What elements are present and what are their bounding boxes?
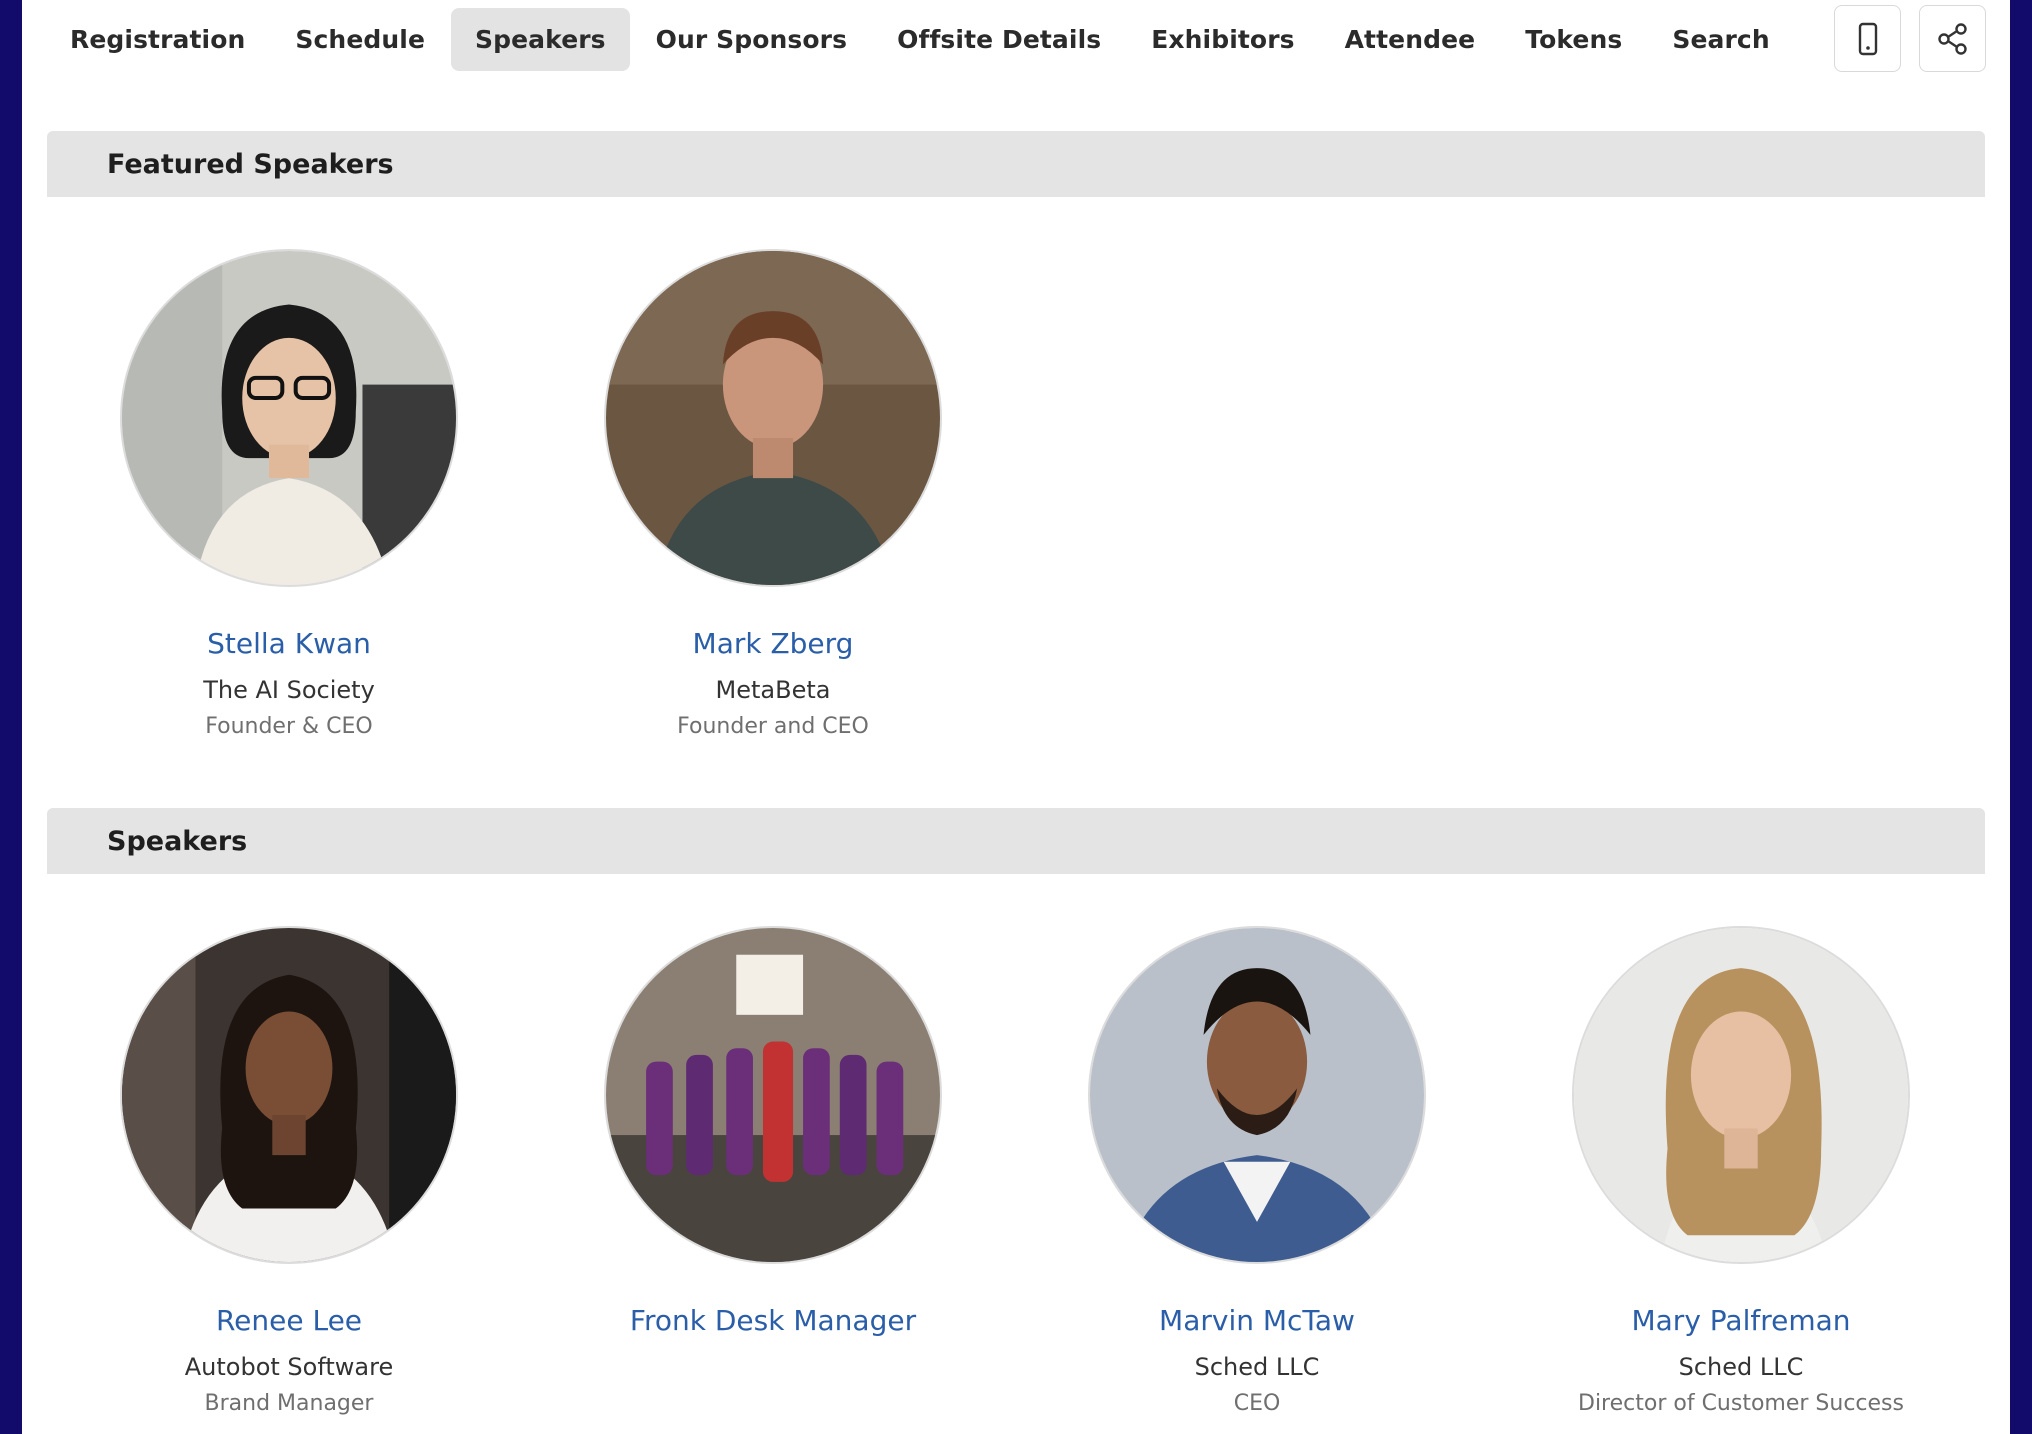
speaker-card: Stella Kwan The AI Society Founder & CEO — [47, 249, 531, 739]
tab-speakers[interactable]: Speakers — [451, 8, 630, 71]
share-icon — [1937, 22, 1967, 55]
nav-tabs: Registration Schedule Speakers Our Spons… — [46, 8, 1794, 71]
speaker-company: Autobot Software — [184, 1353, 394, 1381]
speaker-card: Marvin McTaw Sched LLC CEO — [1015, 926, 1499, 1416]
speaker-photo[interactable] — [604, 926, 942, 1264]
section-title: Speakers — [107, 825, 248, 857]
tab-schedule[interactable]: Schedule — [271, 8, 449, 71]
speaker-role: Founder & CEO — [205, 714, 373, 739]
speaker-company: Sched LLC — [1194, 1353, 1320, 1381]
tab-offsite-details[interactable]: Offsite Details — [873, 8, 1125, 71]
speaker-name[interactable]: Renee Lee — [216, 1304, 362, 1337]
speaker-name[interactable]: Fronk Desk Manager — [630, 1304, 916, 1337]
tab-our-sponsors[interactable]: Our Sponsors — [632, 8, 871, 71]
speaker-card: Renee Lee Autobot Software Brand Manager — [47, 926, 531, 1416]
speaker-role: CEO — [1233, 1391, 1281, 1416]
tab-exhibitors[interactable]: Exhibitors — [1127, 8, 1318, 71]
speaker-name[interactable]: Mary Palfreman — [1631, 1304, 1850, 1337]
speaker-card: Fronk Desk Manager — [531, 926, 1015, 1416]
tab-tokens[interactable]: Tokens — [1501, 8, 1646, 71]
speaker-photo[interactable] — [604, 249, 942, 587]
section-title: Featured Speakers — [107, 148, 394, 180]
speaker-photo[interactable] — [120, 926, 458, 1264]
speaker-photo[interactable] — [1572, 926, 1910, 1264]
mobile-phone-icon — [1858, 22, 1877, 55]
featured-speakers-grid: Stella Kwan The AI Society Founder & CEO… — [47, 249, 1985, 739]
speakers-header: Speakers — [47, 808, 1985, 874]
speaker-role: Founder and CEO — [677, 714, 869, 739]
speaker-company: The AI Society — [203, 676, 375, 704]
speaker-name[interactable]: Mark Zberg — [693, 627, 854, 660]
speaker-card: Mark Zberg MetaBeta Founder and CEO — [531, 249, 1015, 739]
tab-registration[interactable]: Registration — [46, 8, 269, 71]
top-nav: Registration Schedule Speakers Our Spons… — [22, 0, 2010, 80]
page: Registration Schedule Speakers Our Spons… — [22, 0, 2010, 1434]
speakers-grid: Renee Lee Autobot Software Brand Manager — [47, 926, 1985, 1416]
speaker-role: Brand Manager — [204, 1391, 374, 1416]
speaker-name[interactable]: Stella Kwan — [207, 627, 371, 660]
tab-attendee[interactable]: Attendee — [1321, 8, 1500, 71]
speaker-company: Sched LLC — [1678, 1353, 1804, 1381]
nav-actions — [1834, 5, 1986, 72]
speaker-company: MetaBeta — [715, 676, 831, 704]
tab-search[interactable]: Search — [1648, 8, 1793, 71]
speaker-photo[interactable] — [1088, 926, 1426, 1264]
speaker-name[interactable]: Marvin McTaw — [1159, 1304, 1355, 1337]
speaker-photo[interactable] — [120, 249, 458, 587]
share-button[interactable] — [1919, 5, 1986, 72]
speaker-role: Director of Customer Success — [1578, 1391, 1904, 1416]
mobile-app-button[interactable] — [1834, 5, 1901, 72]
speaker-card: Mary Palfreman Sched LLC Director of Cus… — [1499, 926, 1983, 1416]
featured-speakers-header: Featured Speakers — [47, 131, 1985, 197]
